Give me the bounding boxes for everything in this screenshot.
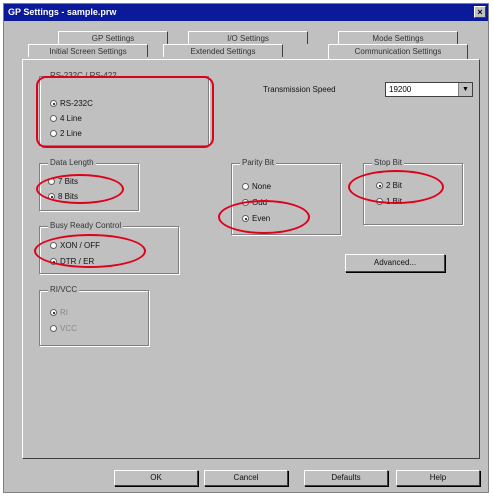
- cancel-button[interactable]: Cancel: [204, 470, 288, 486]
- busy-dtr-option[interactable]: DTR / ER: [50, 257, 94, 266]
- radio-selected-icon[interactable]: [50, 100, 57, 108]
- tab-gp-settings[interactable]: GP Settings: [58, 31, 168, 44]
- help-button[interactable]: Help: [396, 470, 480, 486]
- vcc-option[interactable]: VCC: [50, 324, 77, 333]
- radio-selected-icon[interactable]: [376, 182, 383, 190]
- rs-2line-option[interactable]: 2 Line: [50, 129, 82, 138]
- tab-io-settings[interactable]: I/O Settings: [188, 31, 308, 44]
- busy-ready-group: Busy Ready Control XON / OFF DTR / ER: [39, 221, 179, 274]
- ri-option[interactable]: RI: [50, 308, 68, 317]
- busy-xon-option[interactable]: XON / OFF: [50, 241, 100, 250]
- data-length-7bits-option[interactable]: 7 Bits: [48, 177, 78, 186]
- parity-even-option[interactable]: Even: [242, 214, 270, 223]
- radio-icon[interactable]: [242, 199, 249, 207]
- rs-group-title: RS-232C / RS-422: [48, 71, 119, 80]
- tab-communication-settings[interactable]: Communication Settings: [328, 44, 468, 59]
- tab-mode-settings[interactable]: Mode Settings: [338, 31, 458, 44]
- title-bar: GP Settings - sample.prw ×: [4, 4, 488, 21]
- parity-odd-option[interactable]: Odd: [242, 198, 267, 207]
- parity-none-option[interactable]: None: [242, 182, 271, 191]
- radio-icon[interactable]: [376, 198, 383, 206]
- window-title: GP Settings - sample.prw: [8, 7, 117, 17]
- advanced-button[interactable]: Advanced...: [345, 254, 445, 272]
- data-length-title: Data Length: [48, 158, 96, 167]
- stop-bit-2bit-option[interactable]: 2 Bit: [376, 181, 402, 190]
- settings-window: GP Settings - sample.prw × GP Settings I…: [3, 3, 489, 493]
- data-length-group: Data Length 7 Bits 8 Bits: [39, 158, 139, 211]
- data-length-8bits-option[interactable]: 8 Bits: [48, 192, 78, 201]
- transmission-speed-select[interactable]: 19200 ▼: [385, 82, 473, 97]
- rs-4line-option[interactable]: 4 Line: [50, 114, 82, 123]
- radio-icon[interactable]: [242, 183, 249, 191]
- tab-extended-settings[interactable]: Extended Settings: [163, 44, 283, 57]
- transmission-speed-label: Transmission Speed: [263, 85, 336, 94]
- radio-selected-icon[interactable]: [48, 193, 55, 201]
- radio-icon[interactable]: [50, 130, 57, 138]
- radio-icon[interactable]: [50, 242, 57, 250]
- close-icon[interactable]: ×: [474, 6, 486, 18]
- radio-selected-icon[interactable]: [50, 258, 57, 266]
- tab-row-top: GP Settings I/O Settings Mode Settings: [8, 31, 484, 44]
- stop-bit-title: Stop Bit: [372, 158, 405, 167]
- communication-panel: RS-232C / RS-422 RS-232C 4 Line 2 Line T…: [22, 59, 480, 459]
- defaults-button[interactable]: Defaults: [304, 470, 388, 486]
- stop-bit-1bit-option[interactable]: 1 Bit: [376, 197, 402, 206]
- radio-selected-icon[interactable]: [242, 215, 249, 223]
- radio-icon[interactable]: [48, 178, 55, 186]
- parity-title: Parity Bit: [240, 158, 277, 167]
- radio-selected-icon[interactable]: [50, 309, 57, 317]
- ri-vcc-group: RI/VCC RI VCC: [39, 285, 149, 346]
- radio-icon[interactable]: [50, 115, 57, 123]
- ri-vcc-title: RI/VCC: [48, 285, 80, 294]
- tab-initial-screen-settings[interactable]: Initial Screen Settings: [28, 44, 148, 57]
- chevron-down-icon[interactable]: ▼: [458, 83, 472, 96]
- radio-icon[interactable]: [50, 325, 57, 333]
- tab-row-bottom: Initial Screen Settings Extended Setting…: [8, 44, 484, 59]
- busy-ready-title: Busy Ready Control: [48, 221, 124, 230]
- rs-232c-option[interactable]: RS-232C: [50, 99, 93, 108]
- stop-bit-group: Stop Bit 2 Bit 1 Bit: [363, 158, 463, 225]
- ok-button[interactable]: OK: [114, 470, 198, 486]
- parity-group: Parity Bit None Odd Even: [231, 158, 341, 235]
- rs-group: RS-232C / RS-422 RS-232C 4 Line 2 Line: [39, 71, 209, 146]
